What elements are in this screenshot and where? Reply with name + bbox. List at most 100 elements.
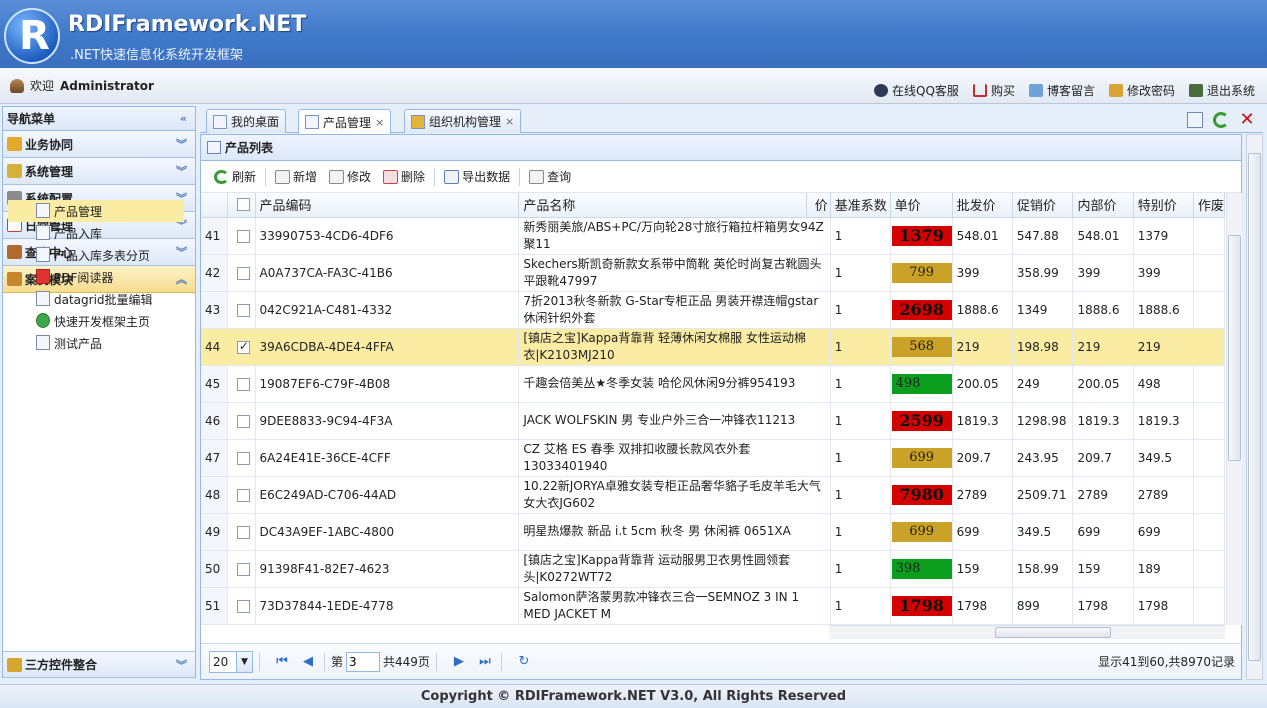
table-row[interactable]: 47 6A24E41E-36CE-4CFF CZ 艾格 ES 春季 双排扣收腰长款风… xyxy=(201,439,1225,477)
column-header-coefficient[interactable]: 基准系数 xyxy=(830,193,891,218)
fullscreen-icon[interactable] xyxy=(1187,112,1203,128)
row-checkbox-cell[interactable] xyxy=(227,439,256,477)
row-checkbox-cell[interactable] xyxy=(227,365,256,403)
column-header-void[interactable]: 作废 xyxy=(1193,193,1225,218)
row-checkbox[interactable] xyxy=(236,451,250,465)
export-button[interactable]: 导出数据 xyxy=(439,165,515,189)
table-row[interactable]: 43 042C921A-C481-4332 7折2013秋冬新款 G-Star专柜正… xyxy=(201,291,1225,329)
table-row[interactable]: 48 E6C249AD-C706-44AD 10.22新JORYA卓雅女装专柜正品奢… xyxy=(201,476,1225,514)
next-page-icon[interactable]: ▶ xyxy=(449,652,469,672)
qq-support-link[interactable]: 在线QQ客服 xyxy=(874,82,959,99)
row-checkbox-cell[interactable] xyxy=(227,587,256,625)
nav-item-product-stockin[interactable]: 产品入库 xyxy=(8,222,184,244)
column-header-promo[interactable]: 促销价 xyxy=(1012,193,1074,218)
collapse-left-icon[interactable]: « xyxy=(180,112,187,125)
page-vertical-scrollbar[interactable] xyxy=(1246,134,1263,680)
row-checkbox[interactable] xyxy=(236,562,250,576)
select-all-checkbox-cell[interactable] xyxy=(227,193,256,218)
table-row[interactable]: 45 19087EF6-C79F-4B08 千趣会倍美丛★冬季女装 哈伦风休闲9分裤… xyxy=(201,365,1225,403)
row-checkbox[interactable] xyxy=(236,599,250,613)
row-checkbox-cell[interactable] xyxy=(227,476,256,514)
row-checkbox-cell[interactable] xyxy=(227,624,256,625)
row-checkbox-cell[interactable] xyxy=(227,402,256,440)
add-button[interactable]: 新增 xyxy=(270,165,322,189)
row-checkbox[interactable] xyxy=(236,266,250,280)
last-page-icon[interactable]: ⏭ xyxy=(475,652,495,672)
column-header-price-partial[interactable]: 价 xyxy=(806,193,831,218)
cell-promo: 358.99 xyxy=(1012,254,1074,292)
previous-page-icon[interactable]: ◀ xyxy=(298,652,318,672)
table-row[interactable]: 51 73D37844-1EDE-4778 Salomon萨洛蒙男款冲锋衣三合一SE… xyxy=(201,587,1225,625)
table-row[interactable]: 49 DC43A9EF-1ABC-4800 明星热爆款 新品 i.t 5cm 秋冬 … xyxy=(201,513,1225,551)
row-checkbox-cell[interactable] xyxy=(227,217,256,255)
scrollbar-thumb[interactable] xyxy=(1228,235,1241,461)
row-checkbox-cell[interactable] xyxy=(227,254,256,292)
reload-icon[interactable]: ↻ xyxy=(514,652,534,672)
table-row[interactable]: 41 33990753-4CD6-4DF6 新秀丽美旅/ABS+PC/万向轮28寸旅… xyxy=(201,217,1225,255)
refresh-button[interactable]: 刷新 xyxy=(209,165,261,189)
row-checkbox-cell[interactable] xyxy=(227,328,256,366)
column-header-special[interactable]: 特别价 xyxy=(1133,193,1194,218)
row-checkbox-cell[interactable] xyxy=(227,550,256,588)
scrollbar-thumb[interactable] xyxy=(1248,153,1261,661)
tab-my-desktop[interactable]: 我的桌面 xyxy=(206,109,287,133)
nav-group-system-management[interactable]: 系统管理 ︾ xyxy=(3,158,195,185)
nav-item-datagrid-batch-edit[interactable]: datagrid批量编辑 xyxy=(8,288,184,310)
nav-item-test-product[interactable]: 测试产品 xyxy=(8,332,184,354)
tab-organization-management[interactable]: 组织机构管理 × xyxy=(404,109,522,133)
row-checkbox[interactable] xyxy=(236,414,250,428)
tab-product-management[interactable]: 产品管理 × xyxy=(298,109,392,134)
buy-link[interactable]: 购买 xyxy=(972,82,1015,99)
column-header-wholesale[interactable]: 批发价 xyxy=(952,193,1013,218)
close-icon[interactable]: × xyxy=(505,115,514,128)
cell-unit-price: 498 xyxy=(890,365,953,403)
nav-item-product-stockin-paging[interactable]: 产品入库多表分页 xyxy=(8,244,184,266)
footer: Copyright © RDIFramework.NET V3.0, All R… xyxy=(0,684,1267,708)
logout-link[interactable]: 退出系统 xyxy=(1188,82,1255,99)
nav-item-framework-home[interactable]: 快速开发框架主页 xyxy=(8,310,184,332)
nav-item-pdf-reader[interactable]: PDF阅读器 xyxy=(8,266,184,288)
row-checkbox-cell[interactable] xyxy=(227,291,256,329)
scrollbar-thumb[interactable] xyxy=(995,627,1111,638)
blog-message-link[interactable]: 博客留言 xyxy=(1028,82,1095,99)
table-row[interactable]: 42 A0A737CA-FA3C-41B6 Skechers斯凯奇新款女系带中筒靴 … xyxy=(201,254,1225,292)
nav-group-collaboration[interactable]: 业务协同 ︾ xyxy=(3,131,195,158)
panel-title: 产品列表 xyxy=(201,135,1241,161)
row-checkbox[interactable] xyxy=(236,339,250,354)
close-icon[interactable]: × xyxy=(375,116,384,129)
table-row[interactable]: 50 91398F41-82E7-4623 [镇店之宝]Kappa背靠背 运动服男卫… xyxy=(201,550,1225,588)
grid-horizontal-scrollbar[interactable] xyxy=(829,625,1225,639)
table-row[interactable]: 44 39A6CDBA-4DE4-4FFA[镇店之宝]Kappa背靠背 轻薄休闲女… xyxy=(201,328,1225,366)
cell-unit-price: 7980 xyxy=(890,476,953,514)
close-all-icon[interactable]: ✕ xyxy=(1239,111,1255,129)
delete-button[interactable]: 删除 xyxy=(378,165,430,189)
cell-promo: 198.98 xyxy=(1012,328,1074,366)
cell-unit-price: 1798 xyxy=(890,587,953,625)
grid-vertical-scrollbar[interactable] xyxy=(1226,193,1242,625)
select-all-checkbox[interactable] xyxy=(236,198,250,212)
refresh-icon[interactable] xyxy=(1213,112,1229,128)
column-header-name[interactable]: 产品名称 xyxy=(518,193,807,218)
nav-item-product-management[interactable]: 产品管理 xyxy=(8,200,184,222)
search-button[interactable]: 查询 xyxy=(524,165,576,189)
row-checkbox[interactable] xyxy=(236,377,250,391)
cell-code: 19087EF6-C79F-4B08 xyxy=(255,365,520,403)
change-password-link[interactable]: 修改密码 xyxy=(1108,82,1175,99)
table-row[interactable]: 46 9DEE8833-9C94-4F3A JACK WOLFSKIN 男 专业户外… xyxy=(201,402,1225,440)
nav-group-third-party[interactable]: 三方控件整合 ︾ xyxy=(3,651,195,678)
cell-void xyxy=(1193,365,1225,403)
column-header-internal[interactable]: 内部价 xyxy=(1072,193,1134,218)
column-header-unit-price[interactable]: 单价 xyxy=(890,193,953,218)
price-badge: 699 xyxy=(891,447,952,468)
link-label: 修改密码 xyxy=(1126,84,1175,98)
row-checkbox[interactable] xyxy=(236,303,250,317)
column-header-code[interactable]: 产品编码 xyxy=(255,193,520,218)
row-checkbox[interactable] xyxy=(236,525,250,539)
row-checkbox[interactable] xyxy=(236,488,250,502)
row-checkbox-cell[interactable] xyxy=(227,513,256,551)
row-checkbox[interactable] xyxy=(236,229,250,243)
page-number-input[interactable] xyxy=(346,651,381,672)
first-page-icon[interactable]: ⏮ xyxy=(272,652,292,672)
page-size-select[interactable]: 20 ▼ xyxy=(209,650,253,673)
edit-button[interactable]: 修改 xyxy=(324,165,376,189)
